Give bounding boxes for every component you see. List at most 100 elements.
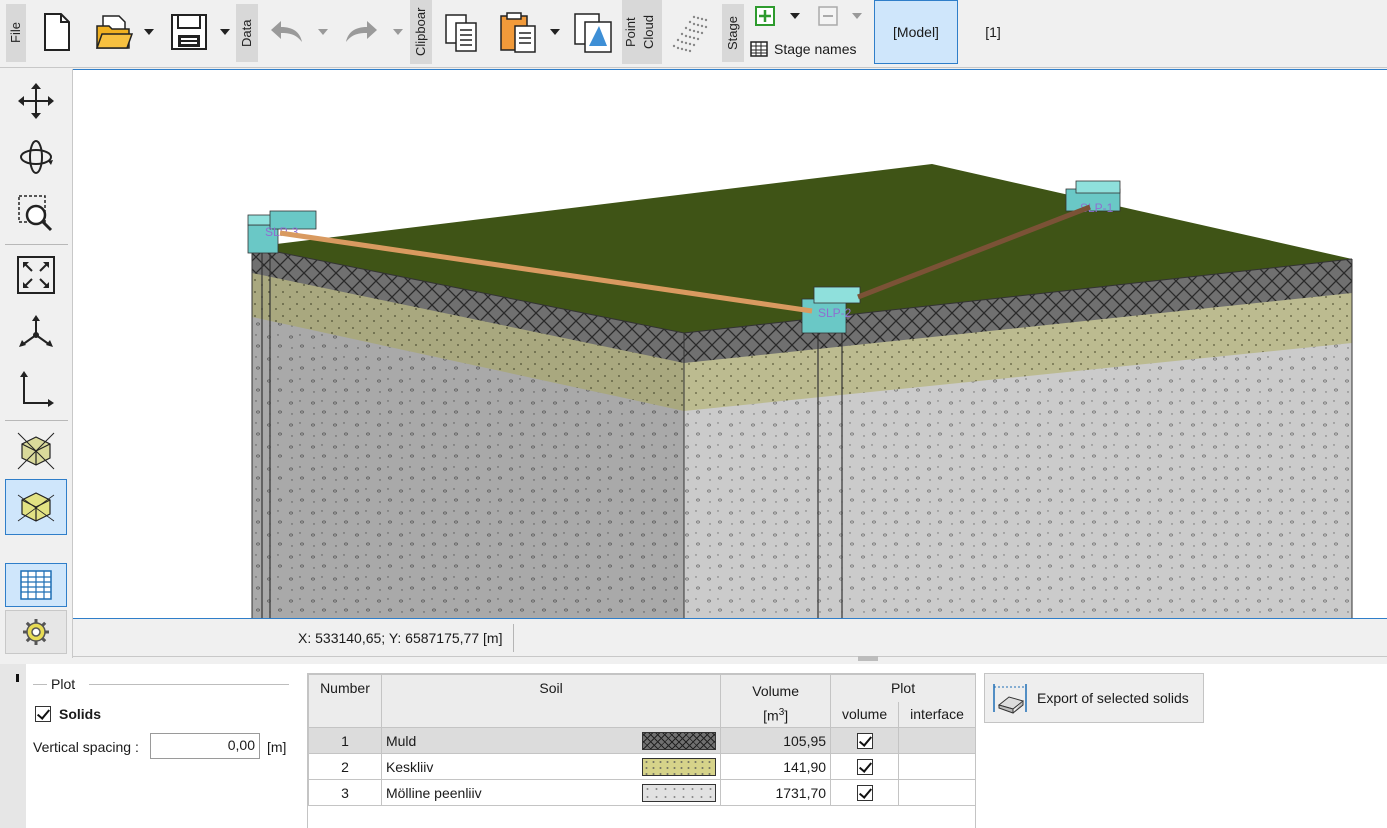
soil-name: Keskliiv: [385, 758, 434, 775]
solid-view-tool[interactable]: [5, 479, 67, 535]
tab-model-label: [Model]: [893, 24, 939, 40]
copy-icon: [445, 14, 477, 52]
plot-group-line-right: [89, 684, 289, 685]
status-bar: X: 533140,65; Y: 6587175,77 [m]: [73, 620, 1387, 657]
coordinate-system-tool[interactable]: [5, 363, 67, 415]
col-soil[interactable]: Soil: [380, 674, 722, 728]
soil-pattern-swatch: [642, 783, 717, 802]
plot-volume-checkbox[interactable]: [856, 759, 873, 776]
plot-group-line-left: [33, 684, 47, 685]
axes-tool[interactable]: [5, 307, 67, 359]
undo-icon: [271, 21, 302, 42]
row-plot-interface[interactable]: [898, 753, 976, 780]
open-folder-icon: [95, 15, 133, 49]
stage-names-label: Stage names: [774, 41, 857, 57]
undo-button[interactable]: [266, 10, 308, 54]
row-plot-interface[interactable]: [898, 727, 976, 754]
rotate-tool[interactable]: [5, 131, 67, 183]
save-dropdown-arrow[interactable]: [220, 29, 230, 35]
row-soil: Muld: [380, 727, 722, 754]
row-volume: 141,90: [720, 753, 832, 780]
plot-volume-checkbox[interactable]: [856, 733, 873, 750]
tab-stage-1[interactable]: [1]: [966, 0, 1020, 64]
file-menu[interactable]: File: [6, 4, 26, 62]
plot-group: Plot Solids Vertical spacing : 0,00 [m]: [33, 674, 289, 814]
point-cloud-group-label: Point Cloud: [622, 0, 662, 64]
soil-pattern-swatch: [642, 757, 717, 776]
undo-dropdown-arrow[interactable]: [318, 29, 328, 35]
coordinate-system-icon: [20, 371, 54, 407]
wireframe-view-tool[interactable]: [5, 425, 67, 477]
col-number[interactable]: Number: [308, 674, 382, 728]
row-plot-volume[interactable]: [830, 753, 900, 780]
redo-icon: [346, 21, 377, 42]
solids-label: Solids: [59, 706, 102, 722]
new-file-button[interactable]: [38, 6, 76, 58]
soils-table: Number Soil Volume [m3] Plot volume inte…: [308, 674, 976, 806]
move-tool[interactable]: [5, 75, 67, 127]
copy-button[interactable]: [440, 8, 484, 58]
row-number: 3: [308, 779, 382, 806]
vertical-spacing-value: 0,00: [227, 737, 255, 753]
open-dropdown-arrow[interactable]: [144, 29, 154, 35]
table-row[interactable]: 3 Mölline peenliiv 1731,70: [308, 779, 976, 806]
move-icon: [18, 83, 54, 119]
soil-name: Mölline peenliiv: [385, 784, 482, 801]
table-row[interactable]: 1 Muld 105,95: [308, 727, 976, 754]
row-plot-volume[interactable]: [830, 727, 900, 754]
row-number: 1: [308, 727, 382, 754]
wireframe-cube-icon: [17, 432, 55, 470]
axes-icon: [19, 315, 53, 347]
save-button[interactable]: [166, 6, 212, 58]
solids-check-mark: [35, 706, 51, 722]
remove-stage-dropdown-arrow[interactable]: [852, 13, 862, 19]
viewport-3d[interactable]: SLP-3 SLP-2 SLP-1: [73, 69, 1387, 619]
remove-stage-button[interactable]: [815, 4, 841, 28]
plot-volume-checkbox[interactable]: [856, 785, 873, 802]
soil-model-3d: SLP-3 SLP-2 SLP-1: [247, 164, 1353, 618]
col-plot: Plot: [830, 674, 976, 702]
bottom-panel: Plot Solids Vertical spacing : 0,00 [m] …: [0, 664, 1387, 828]
redo-dropdown-arrow[interactable]: [393, 29, 403, 35]
settings-tool[interactable]: [5, 610, 67, 654]
rotate-icon: [20, 140, 53, 174]
row-plot-volume[interactable]: [830, 779, 900, 806]
col-plot-volume[interactable]: volume: [830, 701, 900, 728]
open-button[interactable]: [90, 6, 136, 58]
export-solids-button[interactable]: Export of selected solids: [984, 673, 1204, 723]
tab-model[interactable]: [Model]: [874, 0, 958, 64]
table-view-icon: [20, 570, 52, 600]
solids-checkbox[interactable]: Solids: [35, 706, 101, 722]
table-view-tool[interactable]: [5, 563, 67, 607]
row-number: 2: [308, 753, 382, 780]
paste-button[interactable]: [496, 8, 542, 58]
export-solids-icon: [993, 684, 1027, 714]
panel-pin[interactable]: [16, 674, 19, 682]
row-volume: 105,95: [720, 727, 832, 754]
new-file-icon: [44, 13, 70, 51]
add-stage-button[interactable]: [752, 4, 778, 28]
status-divider: [513, 624, 514, 652]
paste-dropdown-arrow[interactable]: [550, 29, 560, 35]
vertical-spacing-input[interactable]: 0,00: [150, 733, 260, 759]
copy-view-button[interactable]: [570, 8, 616, 58]
zoom-extents-tool[interactable]: [5, 249, 67, 301]
col-plot-interface[interactable]: interface: [898, 701, 976, 728]
row-plot-interface[interactable]: [898, 779, 976, 806]
row-soil: Keskliiv: [380, 753, 722, 780]
point-cloud-button[interactable]: [666, 8, 714, 58]
add-stage-dropdown-arrow[interactable]: [790, 13, 800, 19]
table-row[interactable]: 2 Keskliiv 141,90: [308, 753, 976, 780]
soil-name: Muld: [385, 732, 417, 749]
row-soil: Mölline peenliiv: [380, 779, 722, 806]
panel-splitter-handle[interactable]: [858, 656, 878, 661]
settings-gear-icon: [23, 619, 49, 645]
clipboard-group-label: Clipboar: [410, 0, 432, 64]
col-volume[interactable]: Volume [m3]: [720, 674, 832, 728]
soils-table-container: Number Soil Volume [m3] Plot volume inte…: [307, 673, 976, 828]
redo-button[interactable]: [340, 10, 382, 54]
stage-names-toggle[interactable]: Stage names: [750, 38, 857, 60]
zoom-window-tool[interactable]: [5, 187, 67, 239]
borehole-slp-1[interactable]: SLP-1: [1065, 180, 1121, 215]
remove-stage-icon: [818, 6, 838, 26]
